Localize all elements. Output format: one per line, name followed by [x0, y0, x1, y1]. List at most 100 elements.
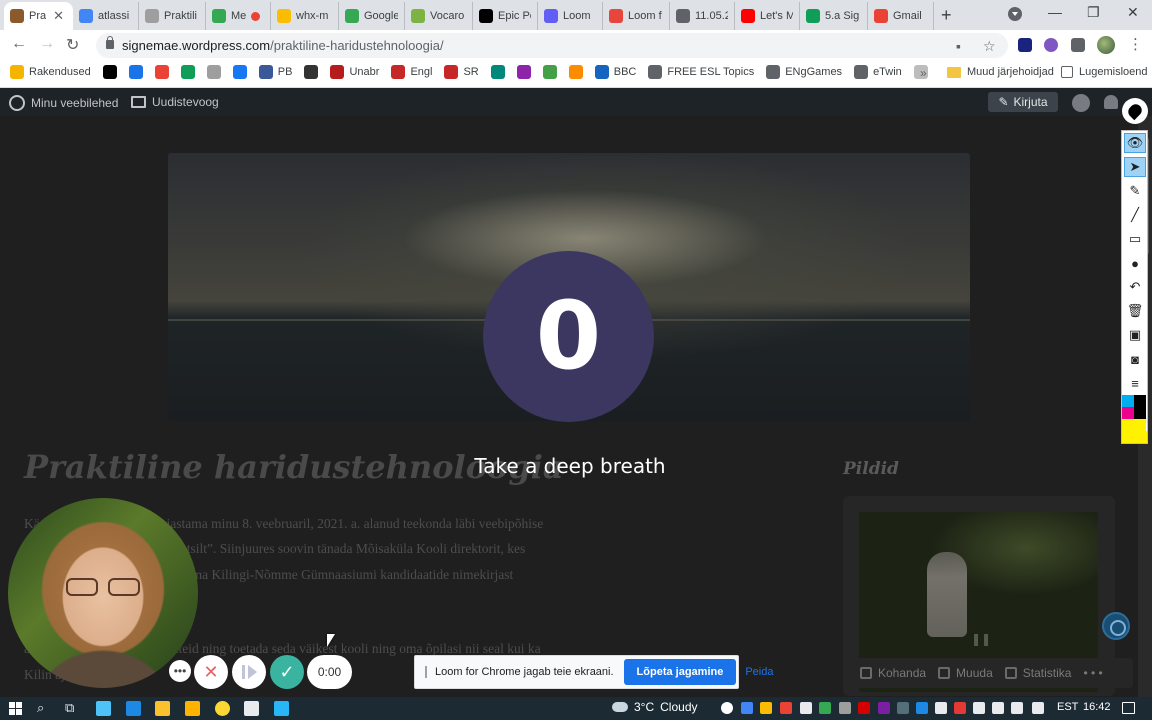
back-icon[interactable]: ← [11, 35, 27, 53]
camera-access-icon[interactable]: ▪ [956, 38, 961, 54]
profile-avatar[interactable] [1097, 36, 1115, 54]
board-icon[interactable]: ▣ [1124, 325, 1146, 345]
loom-cancel-button[interactable]: ✕ [194, 655, 228, 689]
my-sites-button[interactable]: Minu veebilehed [9, 95, 118, 111]
undo-icon[interactable]: ↶ [1124, 277, 1146, 297]
camera-icon[interactable]: ◙ [1124, 349, 1146, 369]
bookmark-item[interactable]: Rakendused [10, 65, 91, 79]
color-swatch[interactable] [1122, 419, 1134, 431]
hide-notice-link[interactable]: Peida [745, 666, 773, 678]
tray-app-icon[interactable] [721, 702, 733, 714]
stats-button[interactable]: Statistika [1004, 666, 1071, 680]
bookmark-item[interactable] [516, 65, 531, 79]
stop-sharing-button[interactable]: Lõpeta jagamine [623, 659, 737, 685]
color-swatch[interactable] [1122, 407, 1134, 419]
browser-tab[interactable]: atlassi [73, 2, 139, 30]
active-color-swatch[interactable] [1122, 431, 1147, 443]
edit-button[interactable]: Muuda [938, 666, 993, 680]
browser-tab[interactable]: 5.a Sig [800, 2, 868, 30]
browser-tab[interactable]: Me [206, 2, 271, 30]
windows-start-icon[interactable] [9, 702, 22, 715]
search-icon[interactable]: ⌕ [37, 700, 44, 716]
address-bar[interactable]: signemae.wordpress.com/praktiline-haridu… [96, 33, 1008, 58]
close-tab-icon[interactable]: ✕ [53, 8, 64, 24]
color-swatch-palette[interactable] [1122, 395, 1147, 443]
loom-finish-button[interactable]: ✓ [270, 655, 304, 689]
notes-app-icon[interactable] [244, 701, 259, 716]
tab-search-icon[interactable] [1008, 7, 1022, 21]
bookmark-item[interactable] [304, 65, 319, 79]
task-view-icon[interactable]: ⧉ [65, 700, 74, 716]
store-icon[interactable] [185, 701, 200, 716]
bookmark-item[interactable]: eTwin [854, 65, 902, 79]
drag-handle-icon[interactable] [425, 666, 427, 678]
notifications-bell-icon[interactable] [1104, 95, 1118, 109]
translate-globe-icon[interactable] [1102, 612, 1130, 640]
input-language-indicator[interactable]: EST [1057, 701, 1078, 713]
tray-app-icon[interactable] [858, 702, 870, 714]
eye-icon[interactable]: 👁 [1124, 133, 1146, 153]
other-bookmarks-folder[interactable]: Muud järjehoidjad [947, 66, 1054, 78]
bookmark-item[interactable]: BBC [594, 65, 636, 79]
bookmark-item[interactable]: SR [444, 65, 479, 79]
bookmark-item[interactable] [180, 65, 195, 79]
notification-center-icon[interactable] [1122, 702, 1135, 714]
extensions-puzzle-icon[interactable] [1071, 38, 1085, 52]
wp-user-avatar[interactable] [1072, 94, 1090, 112]
browser-tab[interactable]: 11.05.2 [670, 2, 735, 30]
weather-widget[interactable]: 3°C Cloudy [612, 700, 698, 714]
trash-icon[interactable]: 🗑 [1124, 301, 1146, 321]
microphone-icon[interactable] [800, 702, 812, 714]
color-swatch[interactable] [1134, 419, 1146, 431]
browser-tab[interactable]: Google [339, 2, 405, 30]
bookmarks-overflow-button[interactable]: » [920, 66, 927, 80]
chrome-browser-icon[interactable] [215, 701, 230, 716]
color-swatch[interactable] [1122, 395, 1134, 407]
tray-app-icon[interactable] [954, 702, 966, 714]
more-options-button[interactable]: • • • [1083, 666, 1102, 680]
tray-app-icon[interactable] [819, 702, 831, 714]
cursor-icon[interactable]: ➤ [1124, 157, 1146, 177]
browser-tab[interactable]: Loom f [603, 2, 670, 30]
bookmark-item[interactable] [102, 65, 117, 79]
customize-button[interactable]: Kohanda [860, 666, 926, 680]
edge-browser-icon[interactable] [126, 701, 141, 716]
bookmark-star-icon[interactable]: ☆ [983, 38, 996, 55]
browser-tab[interactable]: Praktili [139, 2, 206, 30]
paint-app-icon[interactable] [274, 701, 289, 716]
tray-app-icon[interactable] [839, 702, 851, 714]
bookmark-item[interactable] [542, 65, 557, 79]
tray-app-icon[interactable] [935, 702, 947, 714]
tray-app-icon[interactable] [1032, 702, 1044, 714]
bookmark-item[interactable] [206, 65, 221, 79]
chrome-menu-icon[interactable]: ⋮ [1128, 35, 1143, 53]
new-tab-button[interactable]: + [941, 5, 952, 26]
browser-tab[interactable]: Gmail [868, 2, 934, 30]
forward-icon[interactable]: → [39, 35, 55, 53]
bookmark-item[interactable]: ENgGames [766, 65, 842, 79]
volume-icon[interactable] [992, 702, 1004, 714]
extension-id-icon[interactable] [1018, 38, 1032, 52]
browser-tab[interactable]: Loom [538, 2, 603, 30]
video-pause-icon[interactable]: ❚❚ [971, 632, 991, 646]
mail-app-icon[interactable] [96, 701, 111, 716]
reading-list-button[interactable]: Lugemisloend [1061, 66, 1148, 78]
eraser-icon[interactable]: ▭ [1124, 229, 1146, 249]
extension-loom-icon[interactable] [1044, 38, 1058, 52]
notes-icon[interactable]: ≡ [1124, 373, 1146, 393]
close-window-button[interactable]: ✕ [1127, 4, 1139, 21]
dot-icon[interactable]: ● [1124, 253, 1146, 273]
bookmark-item[interactable] [128, 65, 143, 79]
bookmark-item[interactable]: Engl [391, 65, 432, 79]
bluetooth-icon[interactable] [916, 702, 928, 714]
browser-tab[interactable]: Pra ✕ [4, 2, 73, 30]
taskbar-clock[interactable]: 16:42 [1083, 701, 1111, 713]
tray-app-icon[interactable] [780, 702, 792, 714]
tray-app-icon[interactable] [760, 702, 772, 714]
bookmark-item[interactable]: Unabr [330, 65, 379, 79]
pen-icon[interactable]: ✎ [1124, 181, 1146, 201]
tray-app-icon[interactable] [897, 702, 909, 714]
tray-app-icon[interactable] [741, 702, 753, 714]
bookmark-item[interactable] [154, 65, 169, 79]
restore-button[interactable]: ❐ [1087, 4, 1100, 21]
